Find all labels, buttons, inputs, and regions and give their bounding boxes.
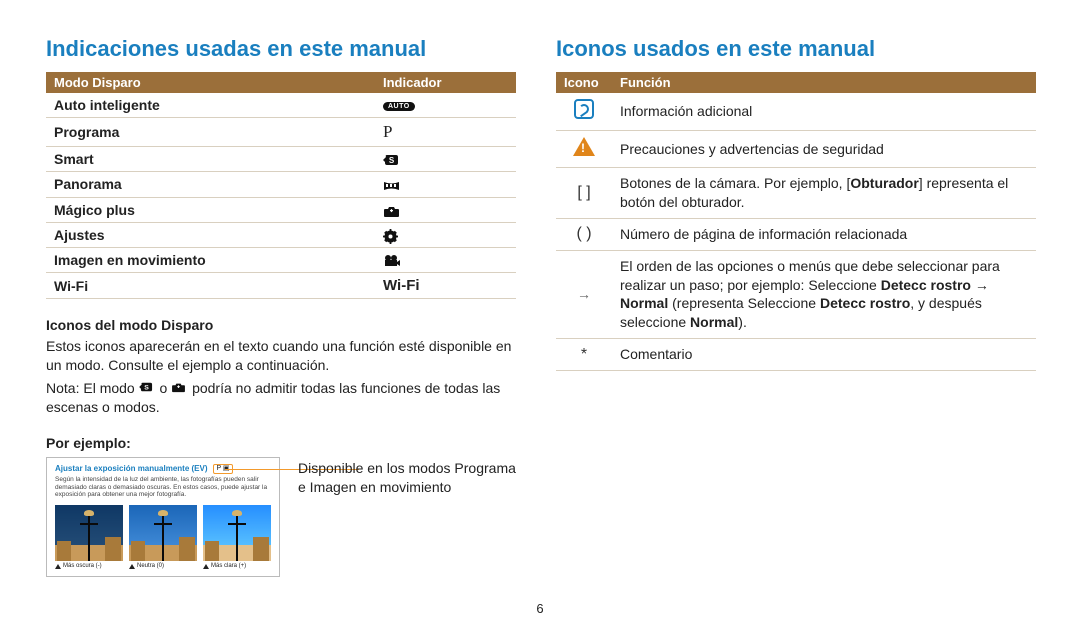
mode-label: Ajustes bbox=[46, 222, 375, 247]
movie-icon bbox=[383, 254, 400, 268]
table-row: Programa P bbox=[46, 118, 516, 147]
gear-icon bbox=[383, 229, 400, 243]
th-mode: Modo Disparo bbox=[46, 72, 375, 93]
icon-function: Botones de la cámara. Por ejemplo, [Obtu… bbox=[612, 168, 1036, 219]
th-function: Función bbox=[612, 72, 1036, 93]
letter-p-icon: P bbox=[383, 122, 392, 141]
example-desc: Según la intensidad de la luz del ambien… bbox=[55, 476, 271, 498]
table-row: Auto inteligente AUTO bbox=[46, 93, 516, 118]
example-thumb-dark bbox=[55, 505, 123, 561]
warning-icon bbox=[573, 137, 595, 156]
svg-text:S: S bbox=[144, 385, 149, 392]
arrow-icon: → bbox=[556, 250, 612, 339]
table-row: Precauciones y advertencias de seguridad bbox=[556, 131, 1036, 168]
example-cap: Más oscura (-) bbox=[55, 563, 123, 570]
smart-s-icon: S bbox=[139, 381, 156, 395]
wifi-text-icon: Wi-Fi bbox=[383, 277, 420, 294]
table-row: ( ) Número de página de información rela… bbox=[556, 218, 1036, 250]
example-side-note: Disponible en los modos Programa e Image… bbox=[298, 457, 516, 576]
table-row: Ajustes bbox=[46, 222, 516, 247]
left-section-title: Indicaciones usadas en este manual bbox=[46, 36, 516, 62]
table-row: Información adicional bbox=[556, 93, 1036, 131]
svg-text:S: S bbox=[389, 156, 395, 165]
shooting-mode-table: Modo Disparo Indicador Auto inteligente … bbox=[46, 72, 516, 299]
brackets-icon: [ ] bbox=[556, 168, 612, 219]
right-section-title: Iconos usados en este manual bbox=[556, 36, 1036, 62]
panorama-icon bbox=[383, 179, 400, 193]
icon-function: Comentario bbox=[612, 339, 1036, 371]
table-row: → El orden de las opciones o menús que d… bbox=[556, 250, 1036, 339]
icon-function: Información adicional bbox=[612, 93, 1036, 131]
page-number: 6 bbox=[0, 601, 1080, 616]
icon-function: Precauciones y advertencias de seguridad bbox=[612, 131, 1036, 168]
th-indicator: Indicador bbox=[375, 72, 516, 93]
smart-s-icon: S bbox=[383, 153, 400, 167]
th-icon: Icono bbox=[556, 72, 612, 93]
asterisk-icon: * bbox=[556, 339, 612, 371]
auto-pill-icon: AUTO bbox=[383, 102, 415, 111]
example-thumbnail-box: Ajustar la exposición manualmente (EV) P… bbox=[46, 457, 280, 576]
magic-plus-icon bbox=[383, 204, 400, 218]
table-row: [ ] Botones de la cámara. Por ejemplo, [… bbox=[556, 168, 1036, 219]
parens-icon: ( ) bbox=[556, 218, 612, 250]
example-cap: Neutra (0) bbox=[129, 563, 197, 570]
mode-label: Imagen en movimiento bbox=[46, 248, 375, 273]
example-title: Ajustar la exposición manualmente (EV) bbox=[55, 464, 207, 473]
shooting-icons-para2: Nota: El modo S o podría no admitir toda… bbox=[46, 379, 516, 417]
mode-label: Smart bbox=[46, 147, 375, 172]
shooting-icons-subhead: Iconos del modo Disparo bbox=[46, 317, 516, 333]
example-subhead: Por ejemplo: bbox=[46, 435, 516, 451]
mode-label: Wi-Fi bbox=[46, 273, 375, 299]
icon-function: El orden de las opciones o menús que deb… bbox=[612, 250, 1036, 339]
shooting-icons-para1: Estos iconos aparecerán en el texto cuan… bbox=[46, 337, 516, 375]
manual-icons-table: Icono Función Información adicional Prec… bbox=[556, 72, 1036, 371]
mode-label: Auto inteligente bbox=[46, 93, 375, 118]
mode-label: Programa bbox=[46, 118, 375, 147]
table-row: Wi-Fi Wi-Fi bbox=[46, 273, 516, 299]
mode-label: Mágico plus bbox=[46, 197, 375, 222]
table-row: Imagen en movimiento bbox=[46, 248, 516, 273]
icon-function: Número de página de información relacion… bbox=[612, 218, 1036, 250]
table-row: Mágico plus bbox=[46, 197, 516, 222]
info-icon bbox=[574, 99, 594, 119]
magic-plus-icon bbox=[171, 381, 188, 395]
table-row: Panorama bbox=[46, 172, 516, 197]
table-row: * Comentario bbox=[556, 339, 1036, 371]
example-thumb-bright bbox=[203, 505, 271, 561]
mode-label: Panorama bbox=[46, 172, 375, 197]
example-thumb-neutral bbox=[129, 505, 197, 561]
table-row: Smart S bbox=[46, 147, 516, 172]
example-cap: Más clara (+) bbox=[203, 563, 271, 570]
